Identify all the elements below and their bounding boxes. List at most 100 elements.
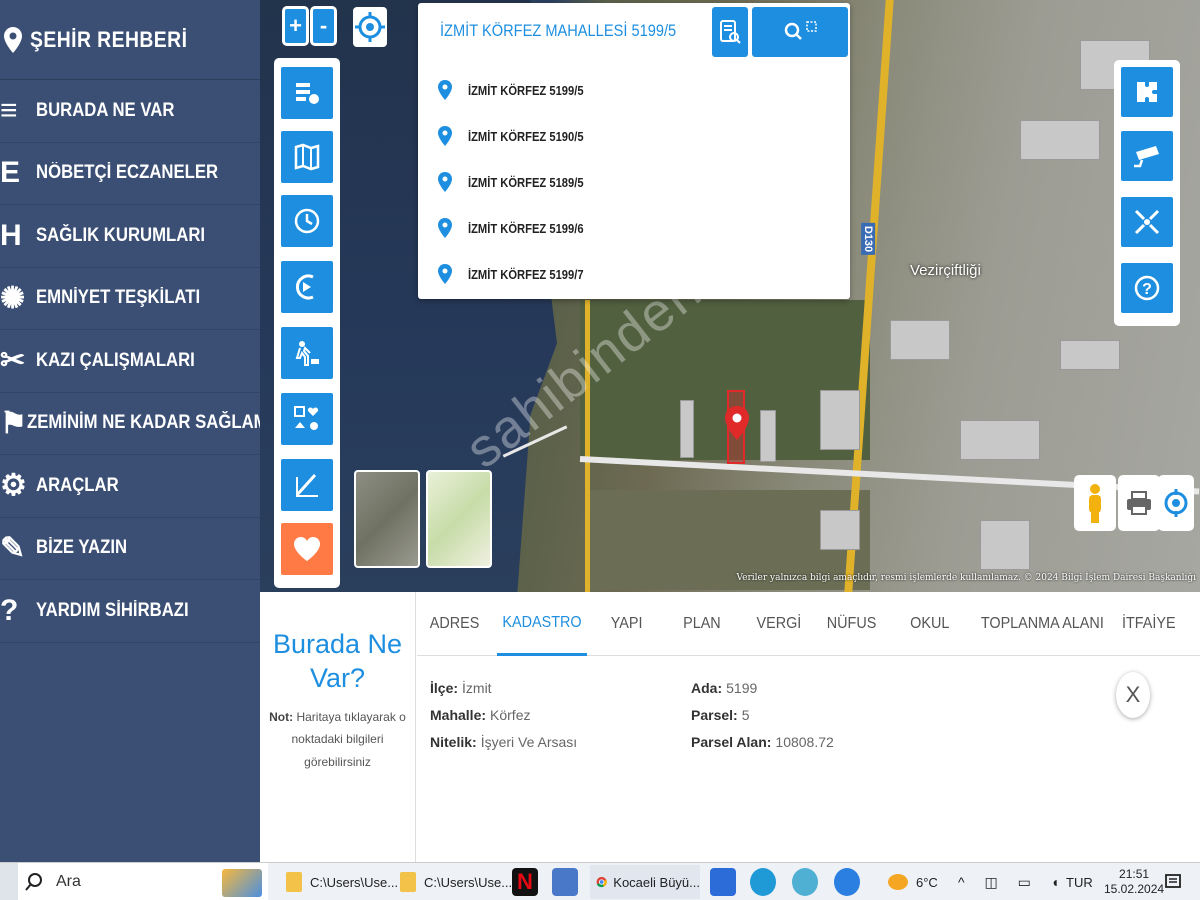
start-button[interactable]	[0, 863, 18, 900]
taskbar: Ara C:\Users\Use... C:\Users\Use... N Ko…	[0, 862, 1200, 900]
weather-widget[interactable]: 6°C	[888, 863, 938, 900]
building	[960, 420, 1040, 460]
kadastro-field: Mahalle: Körfez	[430, 707, 530, 723]
measure-button[interactable]	[278, 456, 336, 514]
zoom-out-button[interactable]: -	[310, 6, 337, 46]
edge-icon[interactable]	[750, 868, 776, 896]
sidebar-item-1[interactable]: ≡ BURADA NE VAR	[0, 80, 260, 143]
globe-icon[interactable]	[792, 868, 818, 896]
puzzle-icon	[1137, 82, 1157, 102]
search-list-button[interactable]	[712, 7, 748, 57]
field-value: İzmit	[462, 680, 492, 696]
time-button[interactable]	[278, 192, 336, 250]
sidebar-item-8[interactable]: ✎ BİZE YAZIN	[0, 518, 260, 580]
netflix-icon[interactable]: N	[512, 868, 538, 896]
tab-label: KADASTRO	[502, 613, 582, 631]
help-app-icon[interactable]	[834, 868, 860, 896]
crosshair-icon	[355, 12, 385, 42]
tab-4[interactable]: PLAN	[672, 592, 732, 656]
building	[820, 510, 860, 550]
measure-icon	[295, 473, 318, 497]
tab-label: TOPLANMA ALANI	[980, 615, 1104, 632]
tab-8[interactable]: TOPLANMA ALANI	[977, 592, 1107, 656]
collapse-button[interactable]	[1118, 194, 1176, 250]
sidebar-item-5[interactable]: ✂ KAZI ÇALIŞMALARI	[0, 330, 260, 393]
puzzle-button[interactable]	[1118, 64, 1176, 120]
language-indicator[interactable]: TUR	[1066, 863, 1093, 900]
sidebar: ŞEHİR REHBERİ ≡ BURADA NE VAR E NÖBETÇİ ECZ…	[0, 0, 267, 862]
sidebar-item-3[interactable]: H SAĞLIK KURUMLARI	[0, 205, 260, 268]
notification-icon	[1165, 874, 1181, 888]
kadastro-field: Parsel: 5	[691, 707, 750, 723]
kadastro-field: Ada: 5199	[691, 680, 757, 696]
system-tray-icons[interactable]: ^ ◫ ▭ ◖	[958, 863, 1067, 900]
sidebar-title[interactable]: ŞEHİR REHBERİ	[0, 0, 260, 80]
print-button[interactable]	[1118, 475, 1160, 531]
layers-info-button[interactable]	[278, 64, 336, 122]
map-button[interactable]	[278, 128, 336, 186]
sidebar-title-label: ŞEHİR REHBERİ	[30, 26, 188, 52]
note-text: Haritaya tıklayarak o noktadaki bilgiler…	[291, 709, 406, 770]
locate-button[interactable]	[353, 7, 387, 47]
street-view-button[interactable]	[1074, 475, 1116, 531]
search-button[interactable]	[752, 7, 848, 57]
construction-button[interactable]	[278, 324, 336, 382]
search-suggestion[interactable]: İZMİT KÖRFEZ 5199/7	[418, 251, 850, 297]
search-suggestion-label: İZMİT KÖRFEZ 5199/6	[468, 220, 584, 236]
taskbar-app-explorer-1[interactable]: C:\Users\Use...	[286, 865, 398, 899]
compass-button[interactable]	[278, 258, 336, 316]
sidebar-item-7[interactable]: ⚙ ARAÇLAR	[0, 455, 260, 518]
clock-time: 21:51	[1119, 867, 1150, 881]
share-button[interactable]	[1158, 475, 1194, 531]
tab-6[interactable]: NÜFUS	[822, 592, 882, 656]
favorite-button[interactable]	[278, 520, 336, 578]
field-value: 5199	[726, 680, 758, 696]
location-pin-icon	[0, 26, 26, 53]
sidebar-item-9[interactable]: ? YARDIM SİHİRBAZI	[0, 580, 260, 643]
notification-button[interactable]	[1164, 863, 1182, 900]
tab-3[interactable]: YAPI	[602, 592, 652, 656]
satellite-basemap-thumbnail[interactable]	[354, 470, 420, 568]
search-suggestion[interactable]: İZMİT KÖRFEZ 5190/5	[418, 113, 850, 159]
search-suggestion[interactable]: İZMİT KÖRFEZ 5199/6	[418, 205, 850, 251]
tab-5[interactable]: VERGİ	[749, 592, 809, 656]
field-label: Ada:	[691, 680, 723, 696]
map-marker-icon[interactable]	[725, 406, 749, 440]
taskbar-search[interactable]: Ara	[18, 863, 268, 900]
street-basemap-thumbnail[interactable]	[426, 470, 492, 568]
search-input[interactable]: İZMİT KÖRFEZ MAHALLESİ 5199/5	[418, 3, 708, 59]
help-button[interactable]: ?	[1118, 260, 1176, 316]
tab-9[interactable]: İTFAİYE	[1114, 592, 1184, 656]
sidebar-item-label: EMNİYET TEŞKİLATI	[36, 287, 201, 309]
search-suggestion[interactable]: İZMİT KÖRFEZ 5189/5	[418, 159, 850, 205]
mail-icon[interactable]	[552, 868, 578, 896]
tab-1[interactable]: ADRES	[425, 592, 485, 656]
zoom-in-button[interactable]: +	[282, 6, 309, 46]
document-search-icon	[720, 20, 741, 44]
building	[680, 400, 694, 458]
tab-7[interactable]: OKUL	[900, 592, 960, 656]
search-suggestion[interactable]: İZMİT KÖRFEZ 5199/5	[418, 67, 850, 113]
printer-icon	[1127, 491, 1151, 515]
taskbar-app-explorer-2[interactable]: C:\Users\Use...	[400, 865, 512, 899]
list-icon: ≡	[0, 93, 18, 127]
search-icon	[784, 21, 817, 40]
building	[1060, 340, 1120, 370]
field-label: Parsel:	[691, 707, 738, 723]
hospital-icon: H	[0, 218, 22, 252]
taskbar-app-label: C:\Users\Use...	[310, 874, 399, 890]
info-panel: Burada Ne Var? Not: Haritaya tıklayarak …	[260, 592, 1200, 862]
building	[980, 520, 1030, 570]
camera-button[interactable]	[1118, 128, 1176, 184]
tab-2[interactable]: KADASTRO	[497, 592, 587, 656]
search-suggestion-label: İZMİT KÖRFEZ 5199/7	[468, 266, 584, 282]
emergency-button[interactable]	[278, 390, 336, 448]
sidebar-item-6[interactable]: ⚑ ZEMİNİM NE KADAR SAĞLAM	[0, 393, 267, 455]
clock[interactable]: 21:51 15.02.2024	[1104, 863, 1164, 900]
sidebar-item-4[interactable]: ✺ EMNİYET TEŞKİLATI	[0, 268, 260, 330]
tab-label: YAPI	[611, 615, 643, 632]
close-button[interactable]: X	[1116, 672, 1150, 718]
taskbar-app-chrome[interactable]: Kocaeli Büyü...	[590, 865, 700, 899]
sidebar-item-2[interactable]: E NÖBETÇİ ECZANELER	[0, 143, 260, 205]
photos-icon[interactable]	[710, 868, 736, 896]
